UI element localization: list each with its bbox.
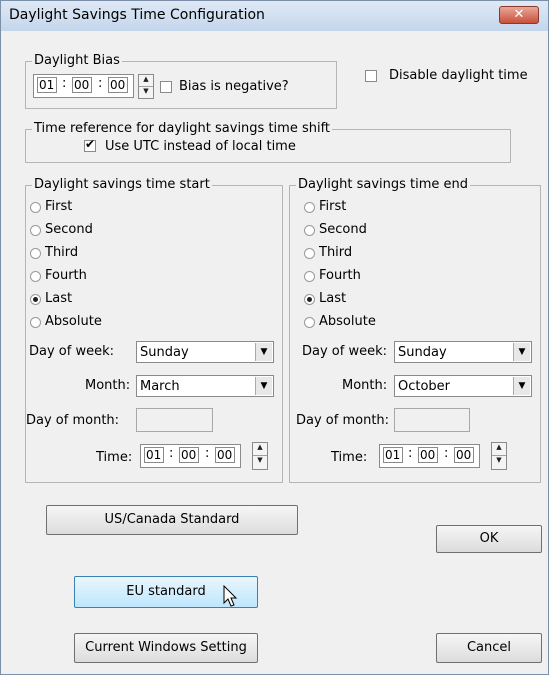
end-first-radio[interactable]	[304, 202, 315, 213]
chevron-down-icon[interactable]: ▼	[513, 377, 530, 395]
start-time-field[interactable]: 01 : 00 : 00	[140, 444, 241, 468]
end-month-value: October	[398, 379, 451, 394]
dst-start-legend: Daylight savings time start	[32, 177, 212, 192]
bias-negative-checkbox[interactable]	[160, 81, 172, 93]
disable-daylight-checkbox[interactable]	[365, 70, 377, 82]
start-time-spinner[interactable]: ▲ ▼	[252, 442, 268, 470]
spin-up-icon[interactable]: ▲	[492, 443, 506, 456]
end-absolute-radio[interactable]	[304, 317, 315, 328]
chevron-down-icon[interactable]: ▼	[255, 343, 272, 361]
bias-minutes-field[interactable]: 00	[72, 77, 92, 93]
start-day-of-month-label: Day of month:	[26, 413, 120, 428]
spin-up-icon[interactable]: ▲	[253, 443, 267, 456]
end-colon-2: :	[444, 446, 449, 461]
start-month-label: Month:	[85, 378, 131, 393]
bias-hours-field[interactable]: 01	[37, 77, 57, 93]
close-button[interactable]: ✕	[499, 6, 539, 24]
start-time-hours[interactable]: 01	[144, 447, 164, 463]
use-utc-label[interactable]: Use UTC instead of local time	[105, 139, 296, 154]
dst-end-group: Daylight savings time end First Second T…	[289, 177, 541, 483]
end-third-radio[interactable]	[304, 248, 315, 259]
end-day-of-week-label: Day of week:	[302, 344, 388, 359]
start-month-value: March	[140, 379, 180, 394]
dialog-body: Daylight Bias 01 : 00 : 00 ▲ ▼ Bias is n…	[9, 39, 542, 669]
bias-negative-label[interactable]: Bias is negative?	[179, 79, 289, 94]
dst-config-dialog: Daylight Savings Time Configuration ✕ Da…	[0, 0, 549, 675]
close-icon: ✕	[513, 7, 525, 22]
start-colon-1: :	[169, 446, 174, 461]
title-bar[interactable]: Daylight Savings Time Configuration ✕	[1, 1, 548, 31]
end-first-label[interactable]: First	[319, 199, 346, 214]
start-first-label[interactable]: First	[45, 199, 72, 214]
start-fourth-label[interactable]: Fourth	[45, 268, 87, 283]
bias-time-field[interactable]: 01 : 00 : 00	[33, 74, 134, 98]
dst-start-group: Daylight savings time start First Second…	[25, 177, 283, 483]
end-month-label: Month:	[342, 378, 388, 393]
end-third-label[interactable]: Third	[319, 245, 352, 260]
start-last-label[interactable]: Last	[45, 291, 72, 306]
end-day-of-month-field	[394, 408, 470, 432]
daylight-bias-legend: Daylight Bias	[32, 53, 122, 68]
end-time-spinner[interactable]: ▲ ▼	[491, 442, 507, 470]
start-day-of-month-field	[136, 408, 213, 432]
start-third-label[interactable]: Third	[45, 245, 78, 260]
end-day-of-week-select[interactable]: Sunday ▼	[394, 341, 532, 363]
end-second-radio[interactable]	[304, 225, 315, 236]
end-absolute-label[interactable]: Absolute	[319, 314, 376, 329]
end-second-label[interactable]: Second	[319, 222, 367, 237]
start-last-radio[interactable]	[30, 294, 41, 305]
start-second-label[interactable]: Second	[45, 222, 93, 237]
end-fourth-label[interactable]: Fourth	[319, 268, 361, 283]
window-title: Daylight Savings Time Configuration	[9, 7, 265, 23]
chevron-down-icon[interactable]: ▼	[255, 377, 272, 395]
end-time-field[interactable]: 01 : 00 : 00	[379, 444, 480, 468]
end-fourth-radio[interactable]	[304, 271, 315, 282]
bias-spinner[interactable]: ▲ ▼	[138, 74, 154, 99]
start-time-minutes[interactable]: 00	[179, 447, 199, 463]
start-fourth-radio[interactable]	[30, 271, 41, 282]
use-utc-checkbox[interactable]	[84, 137, 96, 152]
spin-down-icon[interactable]: ▼	[253, 456, 267, 469]
daylight-bias-group: Daylight Bias 01 : 00 : 00 ▲ ▼ Bias is n…	[25, 53, 337, 109]
time-reference-group: Time reference for daylight savings time…	[25, 121, 511, 163]
end-day-of-week-value: Sunday	[398, 345, 447, 360]
bias-seconds-field[interactable]: 00	[108, 77, 128, 93]
start-time-seconds[interactable]: 00	[215, 447, 235, 463]
chevron-down-icon[interactable]: ▼	[513, 343, 530, 361]
end-last-radio[interactable]	[304, 294, 315, 305]
start-month-select[interactable]: March ▼	[136, 375, 274, 397]
end-day-of-month-label: Day of month:	[296, 413, 390, 428]
end-time-label: Time:	[331, 450, 368, 465]
start-absolute-radio[interactable]	[30, 317, 41, 328]
time-reference-legend: Time reference for daylight savings time…	[32, 121, 333, 136]
disable-daylight-label[interactable]: Disable daylight time	[389, 68, 528, 83]
spin-down-icon[interactable]: ▼	[492, 456, 506, 469]
end-month-select[interactable]: October ▼	[394, 375, 532, 397]
start-day-of-week-value: Sunday	[140, 345, 189, 360]
end-last-label[interactable]: Last	[319, 291, 346, 306]
end-time-minutes[interactable]: 00	[418, 447, 438, 463]
us-canada-standard-button[interactable]: US/Canada Standard	[46, 505, 298, 535]
ok-button[interactable]: OK	[436, 525, 542, 553]
cancel-button[interactable]: Cancel	[436, 633, 542, 663]
end-colon-1: :	[408, 446, 413, 461]
start-time-label: Time:	[96, 450, 133, 465]
start-day-of-week-label: Day of week:	[29, 344, 115, 359]
start-day-of-week-select[interactable]: Sunday ▼	[136, 341, 274, 363]
dst-end-legend: Daylight savings time end	[296, 177, 471, 192]
start-first-radio[interactable]	[30, 202, 41, 213]
start-second-radio[interactable]	[30, 225, 41, 236]
end-time-hours[interactable]: 01	[383, 447, 403, 463]
current-windows-setting-button[interactable]: Current Windows Setting	[74, 633, 258, 663]
spin-down-icon[interactable]: ▼	[139, 87, 153, 99]
start-absolute-label[interactable]: Absolute	[45, 314, 102, 329]
start-third-radio[interactable]	[30, 248, 41, 259]
end-time-seconds[interactable]: 00	[454, 447, 474, 463]
mouse-pointer-icon	[223, 585, 238, 607]
start-colon-2: :	[205, 446, 210, 461]
spin-up-icon[interactable]: ▲	[139, 75, 153, 87]
bias-colon-1: :	[62, 76, 67, 91]
bias-colon-2: :	[98, 76, 103, 91]
